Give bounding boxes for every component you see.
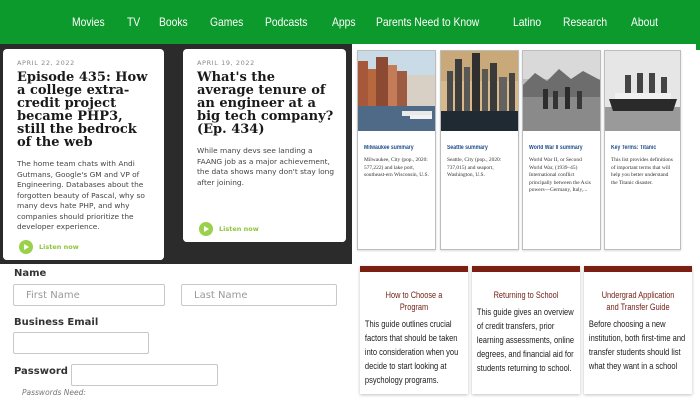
summary-card-milwaukee[interactable]: Milwaukee summary Milwaukee, City (pop.,… [357,50,436,250]
podcast-description: While many devs see landing a FAANG job … [197,146,335,187]
nav-item-parents-need-to-know[interactable]: Parents Need to Know [376,15,479,29]
podcast-card[interactable]: APRIL 22, 2022 Episode 435: How a colleg… [3,49,164,260]
summary-description: World War II, or Second World War, (1939… [529,157,591,193]
podcast-title[interactable]: Episode 435: How a college extra-credit … [17,71,154,149]
nav-item-research[interactable]: Research [563,15,607,29]
guide-description: This guide outlines crucial factors that… [364,319,459,385]
nav-item-books[interactable]: Books [159,15,188,29]
listen-now-button[interactable]: Listen now [3,234,164,260]
nav-item-movies[interactable]: Movies [72,15,105,29]
password-hint: Passwords Need: [22,388,86,397]
summary-description: Milwaukee, City (pop., 2020: 577,222) an… [364,157,429,178]
summary-title[interactable]: Key Terms: Titanic [611,145,670,151]
nav-item-games[interactable]: Games [210,15,243,29]
guide-title[interactable]: Returning to School [482,289,571,301]
seattle-image [441,51,518,131]
podcast-card[interactable]: APRIL 19, 2022 What's the average tenure… [183,49,346,242]
guide-description: Before choosing a new institution, both … [588,319,686,371]
podcast-description: The home team chats with Andi Gutmans, G… [17,159,145,231]
nav-item-podcasts[interactable]: Podcasts [265,15,307,29]
name-label: Name [14,268,47,279]
summary-card-seattle[interactable]: Seattle summary Seattle, City (pop., 202… [440,50,519,250]
world-war-ii-image [523,51,600,131]
business-email-label: Business Email [14,317,99,328]
guide-title[interactable]: Undergrad Application and Transfer Guide [594,289,683,313]
business-email-input[interactable] [13,332,149,354]
listen-now-label: Listen now [39,243,79,251]
top-nav: Movies TV Books Games Podcasts Apps Pare… [0,0,700,44]
podcast-date: APRIL 19, 2022 [197,59,255,67]
guide-card-undergrad-application[interactable]: Undergrad Application and Transfer Guide… [584,266,692,394]
summary-description: This list provides definitions of import… [611,157,673,186]
milwaukee-image [358,51,435,131]
podcast-title[interactable]: What's the average tenure of an engineer… [197,71,336,136]
play-icon [199,222,213,236]
guide-description: This guide gives an overview of credit t… [476,307,575,373]
password-input[interactable] [71,364,218,386]
titanic-image [605,51,680,131]
play-icon [19,240,33,254]
summary-title[interactable]: World War II summary [529,145,589,151]
podcast-date: APRIL 22, 2022 [17,59,75,67]
summary-title[interactable]: Milwaukee summary [364,145,424,151]
summary-card-titanic[interactable]: Key Terms: Titanic This list provides de… [604,50,681,250]
guide-card-choose-program[interactable]: How to Choose a Program This guide outli… [360,266,468,394]
guide-card-returning-to-school[interactable]: Returning to School This guide gives an … [472,266,580,394]
listen-now-label: Listen now [219,225,259,233]
summary-title[interactable]: Seattle summary [447,145,507,151]
nav-item-apps[interactable]: Apps [332,15,356,29]
first-name-input[interactable] [13,284,165,306]
summary-card-world-war-ii[interactable]: World War II summary World War II, or Se… [522,50,601,250]
nav-item-latino[interactable]: Latino [513,15,541,29]
listen-now-button[interactable]: Listen now [183,216,346,242]
guide-title[interactable]: How to Choose a Program [370,289,459,313]
nav-item-tv[interactable]: TV [127,15,140,29]
nav-edge [696,44,700,50]
summary-description: Seattle, City (pop., 2020: 737,015) and … [447,157,502,178]
nav-item-about[interactable]: About [631,15,658,29]
podcast-panel: APRIL 22, 2022 Episode 435: How a colleg… [0,44,352,264]
password-label: Password [14,366,68,377]
last-name-input[interactable] [181,284,337,306]
